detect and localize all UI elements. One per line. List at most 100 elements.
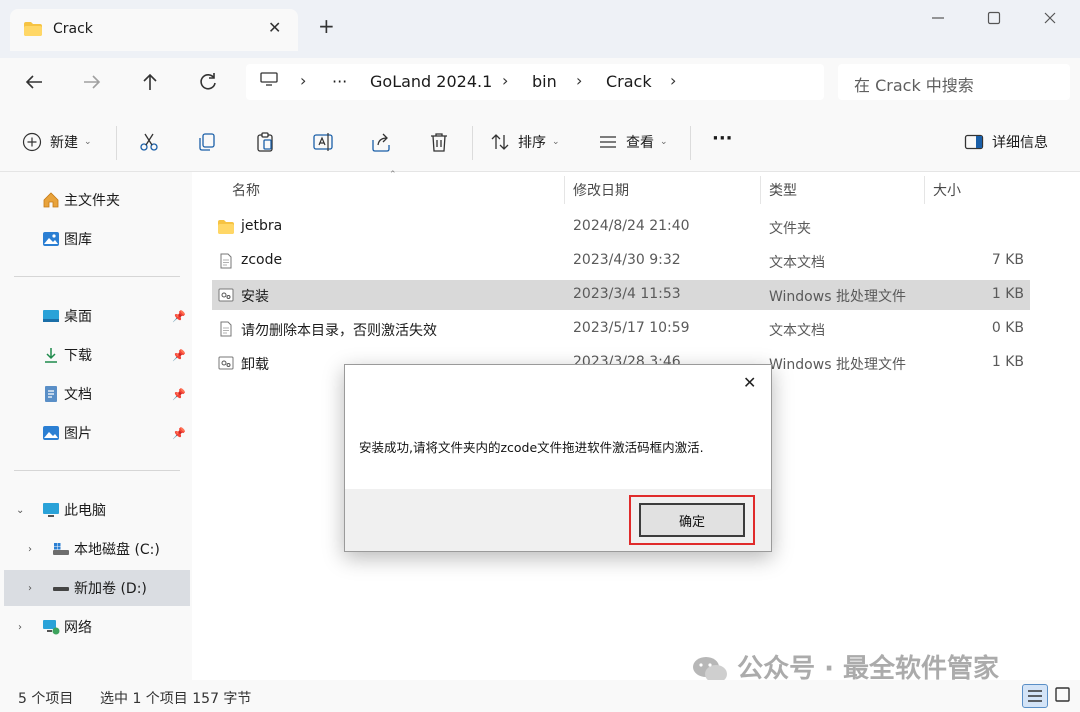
view-button[interactable]: 查看 ⌄ (598, 132, 668, 152)
sidebar-item-label: 新加卷 (D:) (74, 581, 147, 597)
file-type: 文件夹 (769, 221, 811, 237)
sidebar-item-gallery[interactable]: 图库 (0, 221, 190, 257)
batch-file-icon (218, 288, 234, 302)
folder-icon (218, 220, 234, 234)
breadcrumb-bin[interactable]: bin (532, 72, 557, 91)
view-label: 查看 (626, 135, 654, 151)
tiles-view-button[interactable] (1050, 684, 1076, 708)
details-pane-button[interactable]: 详细信息 (964, 132, 1048, 152)
details-view-button[interactable] (1022, 684, 1048, 708)
cut-icon[interactable] (138, 131, 160, 153)
delete-icon[interactable] (428, 131, 450, 153)
breadcrumb-overflow[interactable]: ··· (332, 72, 347, 91)
sidebar-item-network[interactable]: › 网络 (0, 609, 190, 645)
chevron-down-icon[interactable]: ⌄ (16, 505, 24, 516)
chevron-down-icon: ⌄ (552, 137, 560, 147)
document-icon (45, 386, 57, 402)
column-header-name[interactable]: 名称 (232, 180, 260, 200)
gallery-icon (43, 232, 59, 246)
pin-icon[interactable]: 📌 (172, 349, 186, 362)
title-bar: Crack ✕ + (0, 0, 1080, 58)
file-name: 安装 (241, 289, 269, 305)
pin-icon[interactable]: 📌 (172, 388, 186, 401)
breadcrumb-crack[interactable]: Crack (606, 72, 652, 91)
file-type: 文本文档 (769, 323, 825, 339)
file-type: 文本文档 (769, 255, 825, 271)
view-icon (600, 136, 616, 148)
column-header-type[interactable]: 类型 (769, 180, 797, 200)
chevron-right-icon[interactable]: › (28, 544, 32, 555)
forward-icon[interactable] (80, 70, 104, 94)
chevron-right-icon[interactable]: › (28, 583, 32, 594)
close-tab-icon[interactable]: ✕ (268, 18, 281, 37)
tab-crack[interactable]: Crack ✕ (10, 9, 298, 51)
sidebar-item-label: 文档 (64, 387, 92, 403)
sidebar-item-this-pc[interactable]: ⌄ 此电脑 (0, 492, 190, 528)
tab-title: Crack (53, 21, 93, 37)
dialog-close-icon[interactable]: ✕ (743, 373, 756, 392)
sidebar-item-label: 网络 (64, 620, 92, 636)
copy-icon[interactable] (196, 131, 218, 153)
pin-icon[interactable]: 📌 (172, 310, 186, 323)
refresh-icon[interactable] (196, 70, 220, 94)
tiles-view-icon (1055, 687, 1070, 702)
sidebar-item-downloads[interactable]: 下载 📌 (0, 337, 190, 373)
up-icon[interactable] (138, 70, 162, 94)
file-type: Windows 批处理文件 (769, 357, 906, 373)
file-row[interactable]: zcode 2023/4/30 9:32 文本文档 7 KB (212, 246, 1030, 276)
file-size: 1 KB (991, 286, 1024, 302)
sidebar-item-label: 图片 (64, 426, 92, 442)
share-icon[interactable] (370, 131, 392, 153)
plus-circle-icon (22, 132, 42, 152)
chevron-right-icon: › (300, 71, 307, 90)
command-bar: 新建 ⌄ 排序 ⌄ 查看 ⌄ ··· 详细信息 (0, 116, 1080, 172)
sidebar-item-label: 图库 (64, 232, 92, 248)
maximize-icon[interactable] (986, 10, 1002, 26)
sidebar-item-drive-c[interactable]: › 本地磁盘 (C:) (0, 531, 190, 567)
dialog-message: 安装成功,请将文件夹内的zcode文件拖进软件激活码框内激活. (359, 440, 704, 455)
file-row[interactable]: 请勿删除本目录，否则激活失效 2023/5/17 10:59 文本文档 0 KB (212, 314, 1030, 344)
file-size: 0 KB (991, 320, 1024, 336)
drive-icon (53, 587, 69, 591)
file-row[interactable]: jetbra 2024/8/24 21:40 文件夹 (212, 212, 1030, 242)
chevron-right-icon: › (576, 71, 583, 90)
file-name: jetbra (241, 218, 283, 234)
pin-icon[interactable]: 📌 (172, 427, 186, 440)
column-divider[interactable] (564, 176, 565, 204)
network-icon (43, 620, 60, 635)
sidebar-item-pictures[interactable]: 图片 📌 (0, 415, 190, 451)
back-icon[interactable] (22, 70, 46, 94)
computer-icon (260, 72, 278, 86)
address-bar[interactable]: › ··· GoLand 2024.1 › bin › Crack › (246, 64, 824, 100)
column-divider[interactable] (924, 176, 925, 204)
sort-button[interactable]: 排序 ⌄ (490, 132, 560, 152)
minimize-icon[interactable] (930, 10, 946, 26)
sidebar-item-label: 本地磁盘 (C:) (74, 542, 160, 558)
ok-button[interactable]: 确定 (639, 503, 745, 537)
column-header-size[interactable]: 大小 (933, 180, 961, 200)
rename-icon[interactable] (312, 131, 334, 153)
search-input[interactable]: 在 Crack 中搜索 (838, 64, 1070, 100)
sidebar-item-drive-d[interactable]: › 新加卷 (D:) (4, 570, 190, 606)
file-name: zcode (241, 252, 283, 268)
dialog-footer: 确定 (345, 489, 771, 551)
breadcrumb-goland[interactable]: GoLand 2024.1 (370, 72, 492, 91)
file-size: 1 KB (991, 354, 1024, 370)
more-options-button[interactable]: ··· (712, 128, 733, 149)
sidebar-item-documents[interactable]: 文档 📌 (0, 376, 190, 412)
file-row-selected[interactable]: 安装 2023/3/4 11:53 Windows 批处理文件 1 KB (212, 280, 1030, 310)
column-divider[interactable] (760, 176, 761, 204)
column-header-date[interactable]: 修改日期 (573, 180, 629, 200)
sidebar-item-desktop[interactable]: 桌面 📌 (0, 298, 190, 334)
file-name: 卸载 (241, 357, 269, 373)
new-tab-button[interactable]: + (318, 16, 335, 36)
chevron-right-icon[interactable]: › (18, 622, 22, 633)
paste-icon[interactable] (254, 131, 276, 153)
download-icon (45, 348, 57, 363)
divider (116, 126, 117, 160)
new-button[interactable]: 新建 ⌄ (22, 132, 92, 152)
file-date: 2023/4/30 9:32 (573, 252, 681, 268)
close-window-icon[interactable] (1042, 10, 1058, 26)
sort-ascending-icon: ⌃ (389, 170, 397, 180)
sidebar-item-home[interactable]: 主文件夹 (0, 182, 190, 218)
